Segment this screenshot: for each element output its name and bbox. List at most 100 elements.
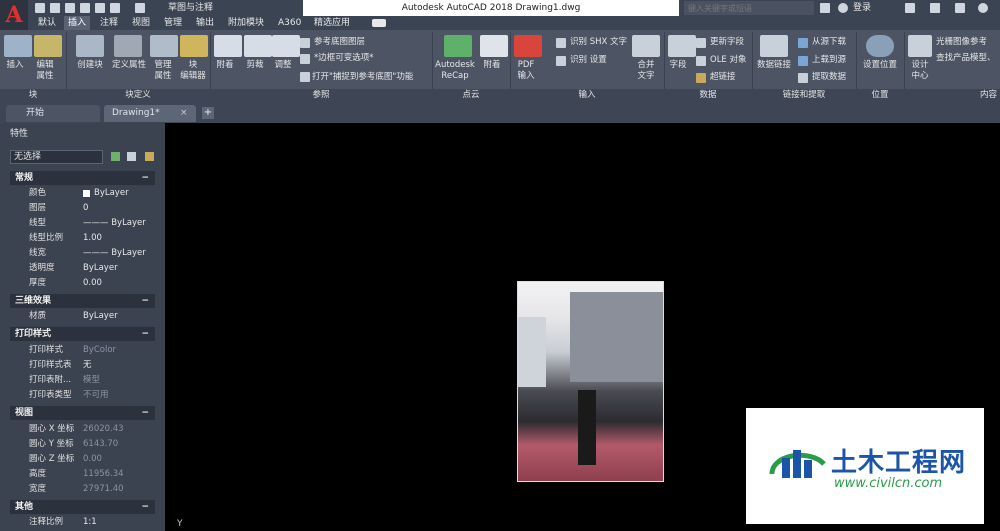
selection-dropdown[interactable]: 无选择: [10, 150, 103, 164]
upload-to-source-button[interactable]: 上载到源: [812, 54, 846, 66]
edit-attribute-label[interactable]: 编辑 属性: [30, 60, 60, 82]
globe-icon[interactable]: [866, 35, 894, 57]
hyperlink-icon[interactable]: [696, 73, 706, 83]
download-icon[interactable]: [798, 38, 808, 48]
prop-row-thickness[interactable]: 厚度 0.00: [10, 276, 155, 291]
panel-title-data[interactable]: 数据: [664, 89, 752, 102]
update-field-button[interactable]: 更新字段: [710, 36, 744, 48]
clip-icon[interactable]: [244, 35, 272, 57]
extract-data-button[interactable]: 提取数据: [812, 71, 846, 83]
toggle-pickadd-icon[interactable]: [111, 152, 120, 161]
panel-title-linking[interactable]: 链接和提取: [752, 89, 856, 102]
adjust-icon[interactable]: [272, 35, 300, 57]
open-file-icon[interactable]: [50, 3, 60, 13]
recognize-shx-button[interactable]: 识别 SHX 文字: [570, 36, 627, 48]
plot-icon[interactable]: [95, 3, 105, 13]
workspace-dropdown[interactable]: 草图与注释: [168, 1, 288, 15]
clip-label[interactable]: 剪裁: [240, 60, 270, 71]
recognize-settings-icon[interactable]: [556, 56, 566, 66]
find-models-text[interactable]: 查找产品模型、: [936, 52, 1000, 64]
point-cloud-attach-icon[interactable]: [480, 35, 508, 57]
raster-reference-button[interactable]: 光栅图像参考: [936, 36, 987, 48]
section-misc[interactable]: 其他 −: [10, 500, 155, 514]
create-block-icon[interactable]: [76, 35, 104, 57]
field-label[interactable]: 字段: [664, 60, 692, 71]
recap-label[interactable]: Autodesk ReCap: [432, 60, 478, 82]
redo-icon[interactable]: [135, 3, 145, 13]
panel-title-block-definition[interactable]: 块定义: [66, 89, 210, 102]
new-tab-icon[interactable]: +: [202, 107, 214, 119]
attach-label[interactable]: 附着: [212, 60, 238, 71]
data-link-label[interactable]: 数据链接: [754, 60, 794, 71]
prop-row-layer[interactable]: 图层 0: [10, 201, 155, 216]
tab-output[interactable]: 输出: [192, 16, 218, 30]
field-icon[interactable]: [668, 35, 696, 57]
collapse-icon[interactable]: −: [141, 294, 149, 308]
block-editor-label[interactable]: 块 编辑器: [176, 60, 210, 82]
combine-text-icon[interactable]: [632, 35, 660, 57]
attach-icon[interactable]: [214, 35, 242, 57]
data-link-icon[interactable]: [760, 35, 788, 57]
design-center-icon[interactable]: [908, 35, 932, 57]
cart-icon[interactable]: [930, 3, 940, 13]
prop-row-annotation-scale[interactable]: 注释比例 1:1: [10, 515, 155, 530]
prop-row-plot-style[interactable]: 打印样式 ByColor: [10, 343, 155, 358]
panel-title-reference[interactable]: 参照: [210, 89, 432, 102]
upload-icon[interactable]: [798, 56, 808, 66]
insert-block-icon[interactable]: [4, 35, 32, 57]
help-icon[interactable]: [978, 3, 988, 13]
hyperlink-button[interactable]: 超链接: [710, 71, 736, 83]
save-as-icon[interactable]: [80, 3, 90, 13]
pdf-import-label[interactable]: PDF 输入: [510, 60, 542, 82]
search-input[interactable]: [684, 1, 814, 15]
snap-underlay-dropdown[interactable]: 打开"捕捉到参考底图"功能: [312, 71, 413, 83]
section-general[interactable]: 常规 −: [10, 171, 155, 185]
sign-in-button[interactable]: 登录: [853, 1, 871, 15]
combine-text-label[interactable]: 合并 文字: [630, 60, 662, 82]
manage-attributes-icon[interactable]: [150, 35, 178, 57]
prop-row-plot-table-type[interactable]: 打印表类型 不可用: [10, 388, 155, 403]
download-from-source-button[interactable]: 从源下载: [812, 36, 846, 48]
close-tab-icon[interactable]: ×: [180, 108, 188, 118]
panel-title-location[interactable]: 位置: [856, 89, 904, 102]
design-center-label[interactable]: 设计 中心: [906, 60, 934, 82]
prop-row-plot-table[interactable]: 打印样式表 无: [10, 358, 155, 373]
prop-row-center-x[interactable]: 圆心 X 坐标 26020.43: [10, 422, 155, 437]
ole-object-button[interactable]: OLE 对象: [710, 54, 747, 66]
prop-row-height[interactable]: 高度 11956.34: [10, 467, 155, 482]
prop-row-linetype[interactable]: 线型 ——— ByLayer: [10, 216, 155, 231]
prop-row-material[interactable]: 材质 ByLayer: [10, 309, 155, 324]
update-field-icon[interactable]: [696, 38, 706, 48]
frame-dropdown[interactable]: *边框可变选项*: [314, 52, 374, 64]
recognize-settings-button[interactable]: 识别 设置: [570, 54, 607, 66]
recognize-shx-icon[interactable]: [556, 38, 566, 48]
panel-title-block[interactable]: 块: [0, 89, 66, 102]
quick-select-icon[interactable]: [145, 152, 154, 161]
exchange-icon[interactable]: [905, 3, 915, 13]
panel-title-point-cloud[interactable]: 点云: [432, 89, 510, 102]
pdf-import-icon[interactable]: [514, 35, 542, 57]
ole-object-icon[interactable]: [696, 56, 706, 66]
prop-row-color[interactable]: 颜色 ByLayer: [10, 186, 155, 201]
block-editor-icon[interactable]: [180, 35, 208, 57]
frame-icon[interactable]: [300, 54, 310, 64]
define-attribute-icon[interactable]: [114, 35, 142, 57]
a360-icon[interactable]: [955, 3, 965, 13]
prop-row-center-y[interactable]: 圆心 Y 坐标 6143.70: [10, 437, 155, 452]
prop-row-linetype-scale[interactable]: 线型比例 1.00: [10, 231, 155, 246]
tab-addins[interactable]: 附加模块: [224, 16, 268, 30]
recap-icon[interactable]: [444, 35, 472, 57]
panel-toggle-icon[interactable]: [372, 19, 386, 27]
undo-icon[interactable]: [110, 3, 120, 13]
tab-start[interactable]: 开始: [6, 105, 100, 122]
tab-view[interactable]: 视图: [128, 16, 154, 30]
prop-row-lineweight[interactable]: 线宽 ——— ByLayer: [10, 246, 155, 261]
collapse-icon[interactable]: −: [141, 500, 149, 514]
tab-a360[interactable]: A360: [274, 16, 305, 30]
prop-row-width[interactable]: 宽度 27971.40: [10, 482, 155, 497]
underlay-layers-button[interactable]: 参考底图图层: [314, 36, 365, 48]
define-attribute-label[interactable]: 定义属性: [108, 60, 150, 71]
binoculars-icon[interactable]: [820, 3, 830, 13]
prop-row-center-z[interactable]: 圆心 Z 坐标 0.00: [10, 452, 155, 467]
snap-underlay-icon[interactable]: [300, 72, 310, 82]
